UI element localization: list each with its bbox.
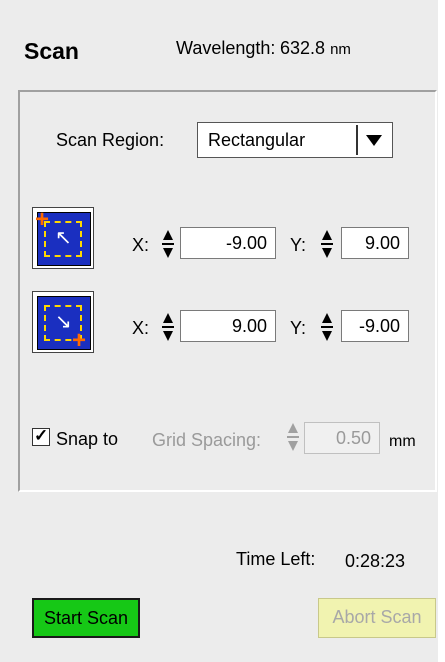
spin-arrows-icon xyxy=(162,313,174,341)
corner1-y-input[interactable]: 9.00 xyxy=(341,227,409,259)
wavelength-value: 632.8 xyxy=(280,38,326,58)
corner1-x-input[interactable]: -9.00 xyxy=(180,227,276,259)
bottom-right-corner-icon: + ↘ xyxy=(37,296,91,353)
corner2-y-spin[interactable] xyxy=(320,310,334,344)
grid-spacing-label: Grid Spacing: xyxy=(152,430,262,450)
check-icon: ✓ xyxy=(34,426,49,445)
panel-edge xyxy=(438,0,445,662)
abort-scan-button[interactable]: Abort Scan xyxy=(318,598,436,638)
snap-to-grid-checkbox[interactable]: ✓ xyxy=(32,426,50,446)
time-left-label: Time Left: xyxy=(236,549,316,569)
time-left-value: 0:28:23 xyxy=(345,551,406,571)
grid-spacing-unit: mm xyxy=(389,433,416,450)
corner2-y-input[interactable]: -9.00 xyxy=(341,310,409,342)
dropdown-arrow-icon[interactable] xyxy=(356,125,390,155)
scan-region-label: Scan Region: xyxy=(56,130,165,150)
corner1-x-spin[interactable] xyxy=(161,227,175,261)
corner2-y-label: Y: xyxy=(290,318,307,338)
spin-arrows-icon xyxy=(321,313,333,341)
panel-title: Scan xyxy=(24,38,79,64)
corner2-x-spin[interactable] xyxy=(161,310,175,344)
start-scan-button[interactable]: Start Scan xyxy=(32,598,140,638)
top-left-corner-icon: + ↖ xyxy=(35,208,91,266)
corner2-x-input[interactable]: 9.00 xyxy=(180,310,276,342)
corner1-x-label: X: xyxy=(132,235,150,255)
wavelength-readout: 632.8 nm xyxy=(280,38,351,59)
spin-arrows-icon xyxy=(162,230,174,258)
snap-to-label: Snap to xyxy=(56,429,119,449)
set-bottom-right-corner-button[interactable]: + ↘ xyxy=(32,291,94,353)
corner1-y-label: Y: xyxy=(290,235,307,255)
scan-region-value: Rectangular xyxy=(208,130,306,150)
scan-region-select[interactable]: Rectangular xyxy=(197,122,393,158)
wavelength-label: Wavelength: xyxy=(176,38,276,58)
spin-arrows-icon xyxy=(287,423,299,451)
grid-spacing-input[interactable]: 0.50 xyxy=(304,422,380,454)
corner2-x-label: X: xyxy=(132,318,150,338)
wavelength-unit: nm xyxy=(330,41,351,58)
grid-spacing-spin[interactable] xyxy=(286,420,300,454)
spin-arrows-icon xyxy=(321,230,333,258)
corner1-y-spin[interactable] xyxy=(320,227,334,261)
set-top-left-corner-button[interactable]: + ↖ xyxy=(32,207,94,269)
